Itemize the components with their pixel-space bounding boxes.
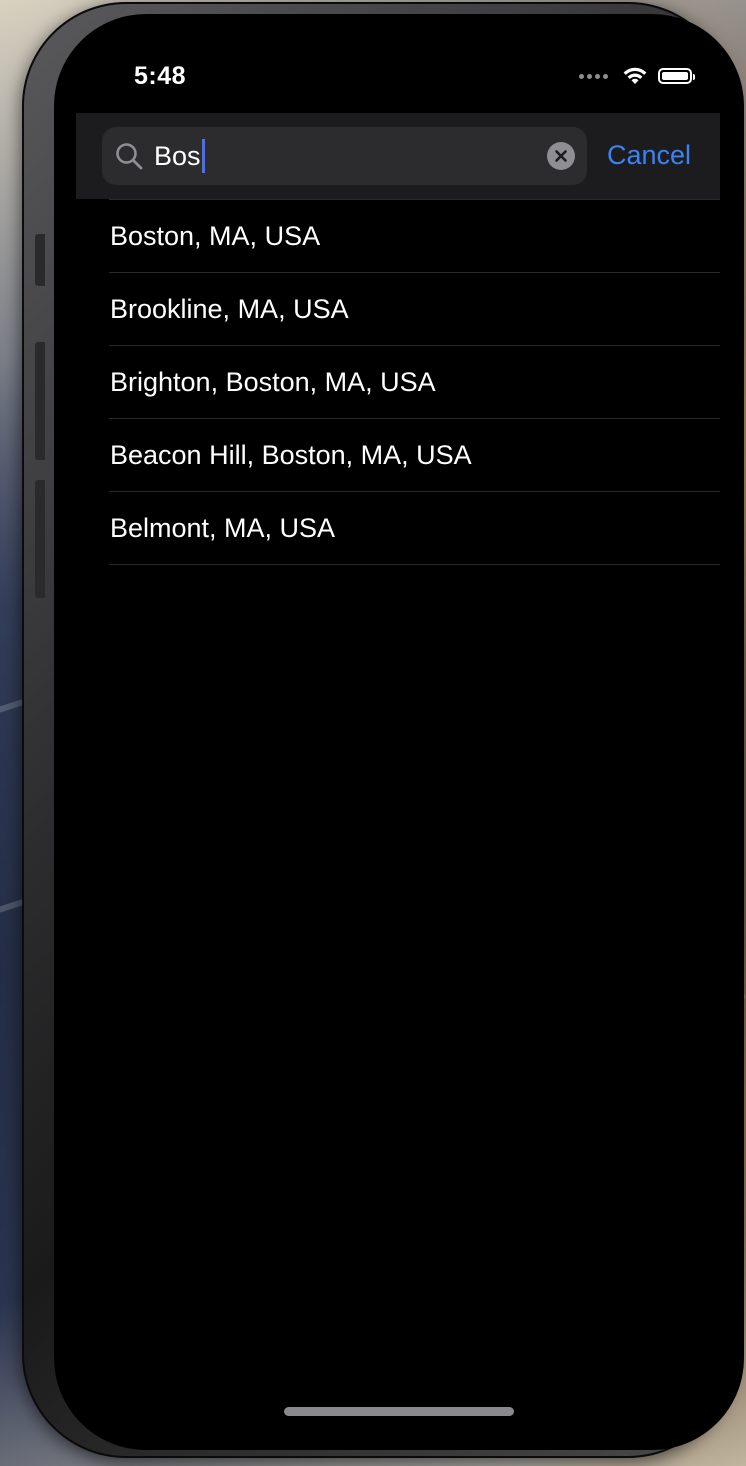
volume-down-button	[35, 480, 45, 598]
list-item[interactable]: Brighton, Boston, MA, USA	[109, 346, 720, 419]
search-icon	[116, 143, 143, 170]
clear-x-glyph	[555, 150, 567, 162]
list-item[interactable]: Boston, MA, USA	[109, 199, 720, 273]
list-item[interactable]: Brookline, MA, USA	[109, 273, 720, 346]
battery-fill	[662, 72, 688, 80]
results-list: Boston, MA, USA Brookline, MA, USA Brigh…	[109, 199, 720, 565]
list-item-label: Boston, MA, USA	[110, 220, 321, 251]
list-item-label: Brookline, MA, USA	[110, 293, 349, 324]
status-icons	[579, 66, 695, 86]
status-time: 5:48	[134, 62, 187, 90]
home-indicator[interactable]	[284, 1407, 514, 1416]
search-bar: Bos Cancel	[76, 113, 720, 199]
signal-dots-icon	[579, 73, 608, 79]
list-item[interactable]: Belmont, MA, USA	[109, 492, 720, 565]
list-item-label: Brighton, Boston, MA, USA	[110, 366, 436, 397]
search-query-text: Bos	[154, 141, 201, 171]
phone-frame: 5:48 Bos Cancel Boston, MA, USA Brooklin…	[22, 2, 744, 1458]
list-item-label: Belmont, MA, USA	[110, 512, 336, 543]
screen: 5:48 Bos Cancel Boston, MA, USA Brooklin…	[54, 14, 744, 1450]
wifi-icon	[623, 67, 647, 84]
list-item-label: Beacon Hill, Boston, MA, USA	[110, 439, 472, 470]
volume-up-button	[35, 342, 45, 460]
battery-icon	[658, 68, 695, 84]
clear-icon[interactable]	[547, 142, 575, 170]
search-query[interactable]: Bos	[154, 138, 205, 173]
cancel-button[interactable]: Cancel	[607, 139, 691, 171]
list-item[interactable]: Beacon Hill, Boston, MA, USA	[109, 419, 720, 492]
text-caret	[201, 138, 205, 173]
action-button	[35, 234, 45, 286]
search-input[interactable]: Bos	[102, 127, 587, 185]
